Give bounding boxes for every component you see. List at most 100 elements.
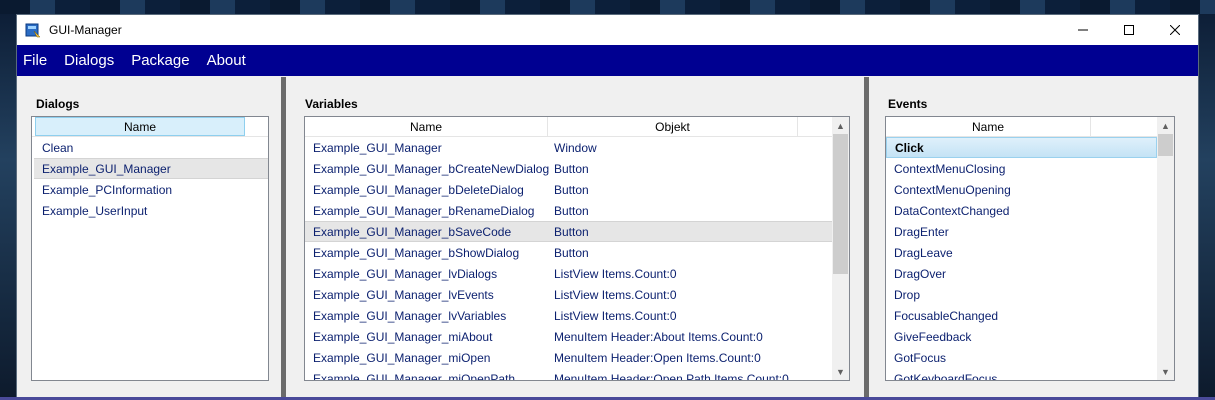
list-item[interactable]: GiveFeedback: [886, 326, 1157, 347]
variable-name-cell: Example_GUI_Manager_lvEvents: [313, 287, 494, 302]
variables-header-row: Name Objekt: [305, 117, 832, 137]
variables-list[interactable]: Name Objekt Example_GUI_Manager Window Exa…: [304, 116, 850, 381]
list-item[interactable]: DataContextChanged: [886, 200, 1157, 221]
dialogs-header-name[interactable]: Name: [35, 117, 245, 136]
variables-title: Variables: [305, 97, 358, 111]
event-name-cell: DragLeave: [894, 245, 953, 260]
menu-about[interactable]: About: [207, 52, 253, 69]
events-scrollbar[interactable]: ▲ ▼: [1157, 117, 1174, 380]
table-row[interactable]: Example_GUI_Manager_lvDialogs ListView It…: [305, 263, 832, 284]
variable-name-cell: Example_GUI_Manager_bSaveCode: [313, 224, 512, 239]
dialogs-list[interactable]: Name Clean Example_GUI_Manager Example_P…: [31, 116, 269, 381]
table-row[interactable]: Example_GUI_Manager_bRenameDialog Button: [305, 200, 832, 221]
minimize-button[interactable]: [1060, 15, 1106, 45]
event-name-cell: GiveFeedback: [894, 329, 972, 344]
event-name-cell: Drop: [894, 287, 921, 302]
variable-name-cell: Example_GUI_Manager_bCreateNewDialog: [313, 161, 550, 176]
event-name-cell: DataContextChanged: [894, 203, 1010, 218]
list-item[interactable]: Click: [886, 137, 1157, 158]
variable-objekt-cell: MenuItem Header:Open Path Items.Count:0: [554, 371, 789, 381]
table-row[interactable]: Example_GUI_Manager_bSaveCode Button: [305, 221, 832, 242]
table-row[interactable]: Example_GUI_Manager_bDeleteDialog Button: [305, 179, 832, 200]
title-bar[interactable]: GUI-Manager: [17, 15, 1198, 45]
menu-file[interactable]: File: [23, 52, 54, 69]
gui-manager-app-icon: [25, 23, 41, 38]
list-item[interactable]: GotKeyboardFocus: [886, 368, 1157, 381]
table-row[interactable]: Example_GUI_Manager_bCreateNewDialog Butt…: [305, 158, 832, 179]
window-title: GUI-Manager: [49, 23, 122, 37]
variable-name-cell: Example_GUI_Manager_miOpen: [313, 350, 491, 365]
variable-objekt-cell: ListView Items.Count:0: [554, 287, 677, 302]
variable-name-cell: Example_GUI_Manager_bDeleteDialog: [313, 182, 524, 197]
menu-package[interactable]: Package: [131, 52, 196, 69]
dialogs-panel: Dialogs Name Clean Example_GUI_Manager E…: [17, 77, 281, 399]
chevron-up-icon[interactable]: ▲: [1157, 117, 1174, 134]
list-item[interactable]: ContextMenuClosing: [886, 158, 1157, 179]
variable-objekt-cell: MenuItem Header:About Items.Count:0: [554, 329, 763, 344]
window-controls: [1060, 15, 1198, 45]
variable-objekt-cell: Button: [554, 203, 589, 218]
variable-name-cell: Example_GUI_Manager_lvDialogs: [313, 266, 498, 281]
dialogs-title: Dialogs: [36, 97, 80, 111]
variable-objekt-cell: MenuItem Header:Open Items.Count:0: [554, 350, 761, 365]
events-header-row: Name: [886, 117, 1157, 137]
variable-objekt-cell: Button: [554, 224, 589, 239]
chevron-down-icon[interactable]: ▼: [832, 363, 849, 380]
app-window: GUI-Manager File Dialogs Package About D…: [16, 14, 1199, 400]
table-row[interactable]: Example_GUI_Manager_lvEvents ListView Ite…: [305, 284, 832, 305]
table-row[interactable]: Example_GUI_Manager_lvVariables ListView …: [305, 305, 832, 326]
dialogs-rows: Clean Example_GUI_Manager Example_PCInfo…: [34, 137, 268, 221]
variable-objekt-cell: Window: [554, 140, 597, 155]
maximize-icon: [1124, 25, 1134, 35]
table-row[interactable]: Example_GUI_Manager Window: [305, 137, 832, 158]
variables-header-objekt[interactable]: Objekt: [548, 117, 798, 137]
list-item[interactable]: DragOver: [886, 263, 1157, 284]
list-item[interactable]: ContextMenuOpening: [886, 179, 1157, 200]
variable-objekt-cell: Button: [554, 161, 589, 176]
variables-scrollbar[interactable]: ▲ ▼: [832, 117, 849, 380]
menu-bar: File Dialogs Package About: [17, 45, 1198, 76]
event-name-cell: GotKeyboardFocus: [894, 371, 998, 381]
table-row[interactable]: Example_GUI_Manager_bShowDialog Button: [305, 242, 832, 263]
variables-rows: Example_GUI_Manager Window Example_GUI_Man…: [305, 137, 832, 381]
list-item[interactable]: Example_PCInformation: [34, 179, 268, 200]
table-row[interactable]: Example_GUI_Manager_miAbout MenuItem Head…: [305, 326, 832, 347]
list-item[interactable]: Example_UserInput: [34, 200, 268, 221]
event-name-cell: DragEnter: [894, 224, 949, 239]
variables-scroll-thumb[interactable]: [833, 134, 848, 274]
events-scroll-thumb[interactable]: [1158, 134, 1173, 156]
chevron-up-icon[interactable]: ▲: [832, 117, 849, 134]
list-item[interactable]: Drop: [886, 284, 1157, 305]
list-item[interactable]: DragLeave: [886, 242, 1157, 263]
list-item[interactable]: DragEnter: [886, 221, 1157, 242]
event-name-cell: DragOver: [894, 266, 947, 281]
variables-panel: Variables Name Objekt Example_GUI_Manage…: [286, 77, 864, 399]
variable-objekt-cell: ListView Items.Count:0: [554, 266, 677, 281]
chevron-down-icon[interactable]: ▼: [1157, 363, 1174, 380]
list-item[interactable]: GotFocus: [886, 347, 1157, 368]
list-item[interactable]: FocusableChanged: [886, 305, 1157, 326]
variables-header-name[interactable]: Name: [305, 117, 548, 137]
maximize-button[interactable]: [1106, 15, 1152, 45]
variable-name-cell: Example_GUI_Manager_bRenameDialog: [313, 203, 535, 218]
events-header-name[interactable]: Name: [886, 117, 1091, 137]
events-list[interactable]: Name Click ContextMenuClosing ContextMenuO…: [885, 116, 1175, 381]
variable-name-cell: Example_GUI_Manager_miAbout: [313, 329, 493, 344]
menu-dialogs[interactable]: Dialogs: [64, 52, 121, 69]
close-button[interactable]: [1152, 15, 1198, 45]
minimize-icon: [1078, 29, 1088, 31]
table-row[interactable]: Example_GUI_Manager_miOpen MenuItem Heade…: [305, 347, 832, 368]
list-item[interactable]: Example_GUI_Manager: [34, 158, 268, 179]
event-name-cell: Click: [895, 140, 924, 155]
events-rows: Click ContextMenuClosing ContextMenuOpenin…: [886, 137, 1157, 381]
dialogs-header-row: Name: [32, 117, 268, 137]
desktop-wallpaper-strip: [0, 0, 1215, 14]
event-name-cell: GotFocus: [894, 350, 947, 365]
list-item[interactable]: Clean: [34, 137, 268, 158]
events-title: Events: [888, 97, 928, 111]
variable-name-cell: Example_GUI_Manager: [313, 140, 442, 155]
table-row[interactable]: Example_GUI_Manager_miOpenPath MenuItem H…: [305, 368, 832, 381]
event-name-cell: FocusableChanged: [894, 308, 999, 323]
events-panel: Events Name Click ContextMenuClosing Conte…: [869, 77, 1198, 399]
variable-name-cell: Example_GUI_Manager_lvVariables: [313, 308, 507, 323]
